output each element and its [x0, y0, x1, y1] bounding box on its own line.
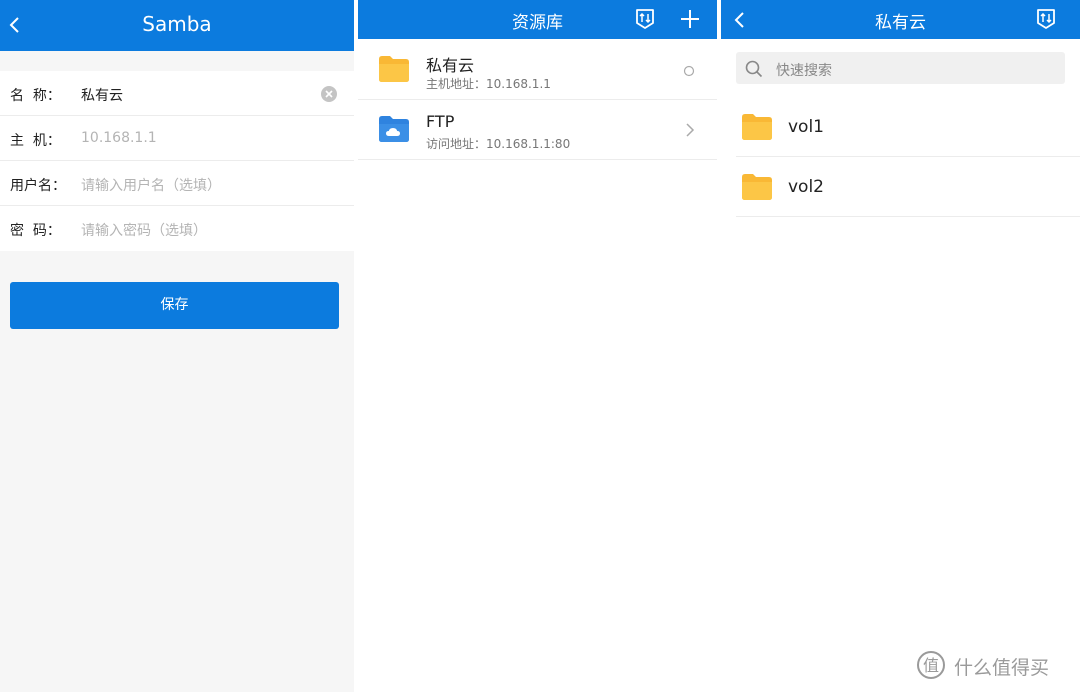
search-placeholder: 快速搜索 [776, 63, 832, 79]
list-item[interactable]: FTP 访问地址：10.168.1.1:80 [358, 100, 717, 160]
search-input[interactable]: 快速搜索 [736, 52, 1065, 84]
list-item[interactable]: vol1 [736, 97, 1080, 157]
username-input[interactable]: 请输入用户名（选填） [81, 175, 221, 195]
cloud-folder-icon [379, 116, 409, 146]
cloud-panel: 私有云 快速搜索 vol1 vol2 值 什么值得买 [721, 0, 1080, 692]
password-input[interactable]: 请输入密码（选填） [81, 220, 207, 240]
library-header: 资源库 [358, 0, 717, 39]
host-input[interactable]: 10.168.1.1 [81, 130, 157, 146]
page-title: 资源库 [512, 13, 563, 33]
name-input[interactable]: 私有云 [81, 85, 123, 105]
page-title: 私有云 [875, 13, 926, 33]
item-subtitle: 访问地址：10.168.1.1:80 [426, 137, 571, 151]
password-row[interactable]: 密 码： 请输入密码（选填） [0, 206, 354, 251]
host-row[interactable]: 主 机： 10.168.1.1 [0, 116, 354, 161]
samba-form: 名 称： 私有云 主 机： 10.168.1.1 用户名： 请输入用户名（选填）… [0, 71, 354, 251]
library-list: 私有云 主机地址：10.168.1.1 FTP 访问地址：10.168.1.1:… [358, 40, 717, 160]
chevron-right-icon[interactable] [685, 122, 695, 142]
samba-header: Samba [0, 0, 354, 51]
list-item[interactable]: 私有云 主机地址：10.168.1.1 [358, 40, 717, 100]
name-label: 名 称： [10, 88, 61, 104]
page-title: Samba [142, 12, 212, 36]
watermark-text: 什么值得买 [954, 657, 1050, 679]
folder-list: vol1 vol2 [736, 97, 1080, 217]
save-button[interactable]: 保存 [10, 282, 339, 329]
samba-panel: Samba 名 称： 私有云 主 机： 10.168.1.1 用户名： 请输入用… [0, 0, 354, 692]
password-label: 密 码： [10, 223, 61, 239]
item-name: FTP [426, 112, 455, 131]
folder-name: vol1 [788, 117, 825, 137]
transfer-icon[interactable] [634, 8, 656, 34]
username-row[interactable]: 用户名： 请输入用户名（选填） [0, 161, 354, 206]
folder-icon [742, 114, 772, 144]
cloud-header: 私有云 [721, 0, 1080, 39]
username-label: 用户名： [10, 178, 66, 194]
svg-text:值: 值 [923, 656, 939, 675]
library-panel: 资源库 私有云 主机地址：10.168.1.1 FTP 访问地址：10.168.… [358, 0, 717, 692]
watermark: 值 什么值得买 [916, 650, 1068, 680]
folder-icon [742, 174, 772, 204]
search-icon [745, 60, 763, 82]
transfer-icon[interactable] [1035, 8, 1057, 34]
folder-icon [379, 56, 409, 86]
host-label: 主 机： [10, 133, 61, 149]
folder-name: vol2 [788, 177, 825, 197]
add-icon[interactable] [679, 8, 701, 34]
name-row[interactable]: 名 称： 私有云 [0, 71, 354, 116]
list-item[interactable]: vol2 [736, 157, 1080, 217]
item-subtitle: 主机地址：10.168.1.1 [426, 77, 551, 91]
clear-icon[interactable] [321, 86, 337, 106]
radio-icon[interactable] [683, 62, 695, 81]
item-name: 私有云 [426, 56, 475, 75]
smzdm-logo-icon: 值 [916, 650, 946, 684]
